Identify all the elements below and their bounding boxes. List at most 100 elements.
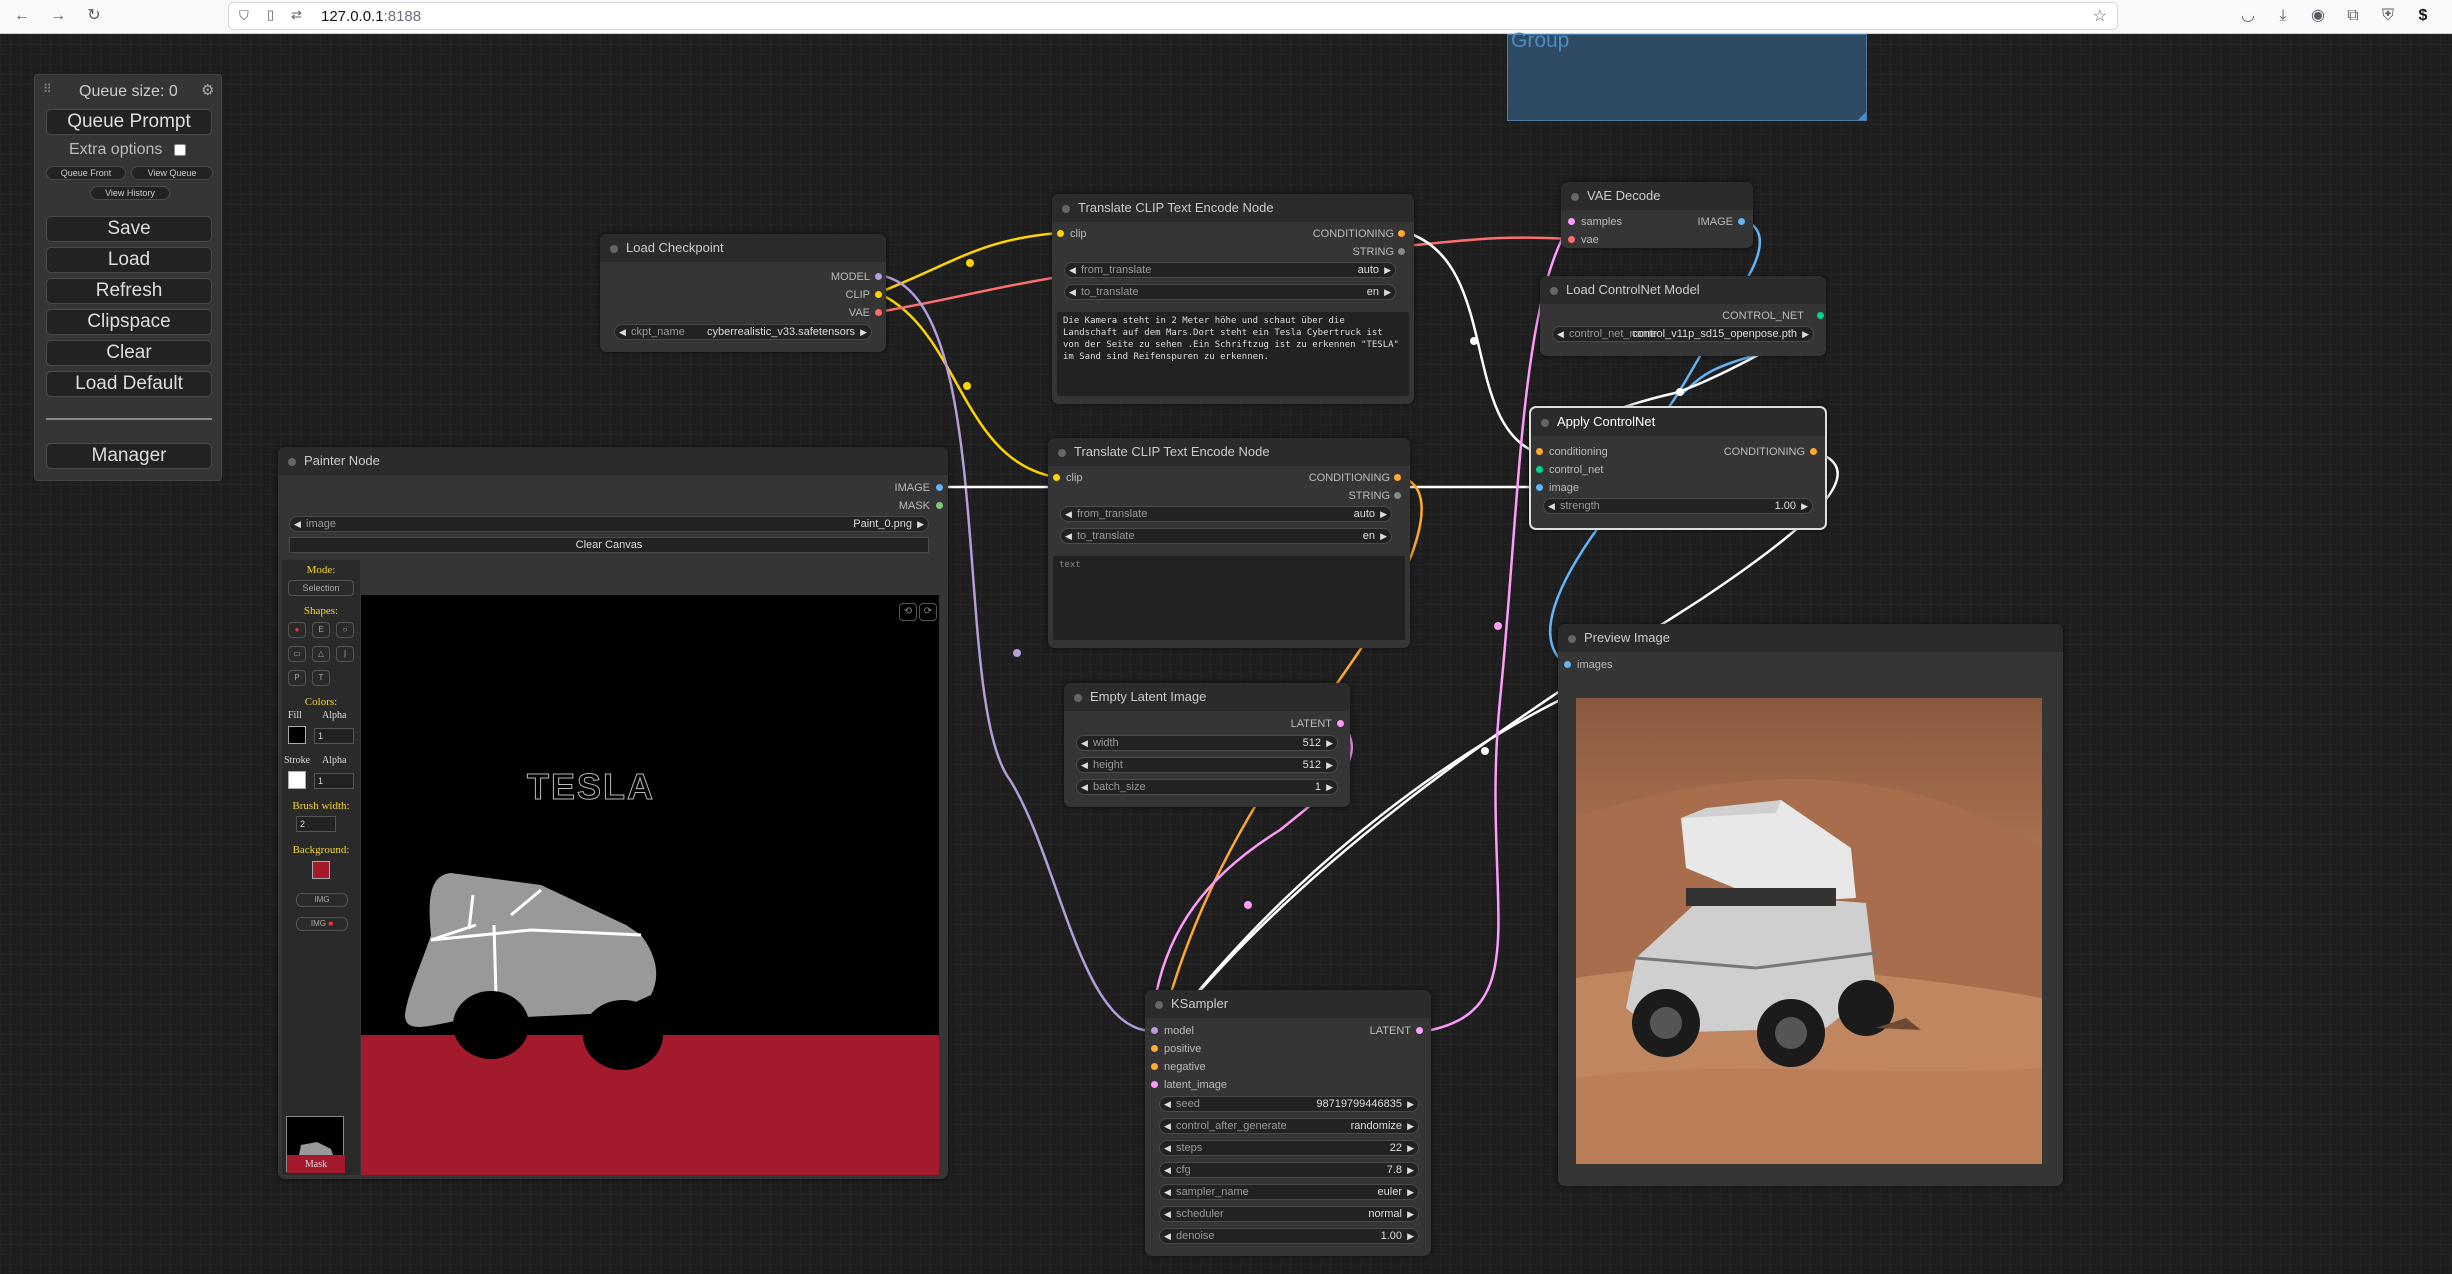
brush-width-input[interactable]: 2: [296, 816, 336, 832]
output-latent-dot[interactable]: [1337, 720, 1344, 727]
bookmark-star-icon[interactable]: ☆: [2093, 6, 2107, 26]
image-select-widget[interactable]: image Paint_0.png: [289, 516, 929, 532]
brush-tool-icon[interactable]: ●: [288, 622, 306, 638]
arrow-right-icon[interactable]: →: [48, 6, 68, 26]
extension-shield-icon[interactable]: ⛨: [2378, 6, 2398, 26]
background-color-swatch[interactable]: [312, 861, 330, 879]
node-translate-clip-1[interactable]: Translate CLIP Text Encode Node clip CON…: [1052, 194, 1414, 404]
output-conditioning-dot[interactable]: [1394, 474, 1401, 481]
input-positive-dot[interactable]: [1151, 1045, 1158, 1052]
sampler-name-widget[interactable]: sampler_name euler: [1159, 1184, 1419, 1200]
download-icon[interactable]: ⤓: [2273, 6, 2293, 26]
output-controlnet-dot[interactable]: [1817, 312, 1824, 319]
input-samples-dot[interactable]: [1568, 218, 1575, 225]
node-title[interactable]: Empty Latent Image: [1064, 683, 1350, 711]
input-clip-dot[interactable]: [1057, 230, 1064, 237]
line-tool-icon[interactable]: |: [336, 646, 354, 662]
load-button[interactable]: Load: [46, 247, 212, 273]
node-title[interactable]: Load ControlNet Model: [1540, 276, 1826, 304]
node-ksampler[interactable]: KSampler model positive negative latent_…: [1145, 990, 1431, 1256]
extra-options-checkbox[interactable]: [174, 144, 186, 156]
output-string-dot[interactable]: [1398, 248, 1405, 255]
load-default-button[interactable]: Load Default: [46, 371, 212, 397]
reload-icon[interactable]: ↻: [84, 6, 104, 26]
preview-image[interactable]: [1576, 698, 2042, 1164]
from-translate-widget[interactable]: from_translate auto: [1060, 506, 1392, 522]
scheduler-widget[interactable]: scheduler normal: [1159, 1206, 1419, 1222]
arrow-left-icon[interactable]: ←: [12, 6, 32, 26]
node-load-controlnet[interactable]: Load ControlNet Model CONTROL_NET contro…: [1540, 276, 1826, 356]
from-translate-widget[interactable]: from_translate auto: [1064, 262, 1396, 278]
url-text[interactable]: 127.0.0.1:8188: [321, 8, 421, 25]
stroke-alpha-input[interactable]: 1: [314, 773, 354, 789]
img-bg-button[interactable]: IMG ■: [296, 917, 348, 931]
output-conditioning-dot[interactable]: [1398, 230, 1405, 237]
node-preview-image[interactable]: Preview Image images: [1558, 624, 2063, 1186]
undo-icon[interactable]: ⟲: [899, 603, 917, 621]
node-title[interactable]: Painter Node: [278, 447, 948, 475]
output-conditioning-dot[interactable]: [1810, 448, 1817, 455]
seed-widget[interactable]: seed 987197994468​35: [1159, 1096, 1419, 1112]
output-image-dot[interactable]: [1738, 218, 1745, 225]
mask-thumbnail[interactable]: Mask: [286, 1116, 345, 1173]
group-box[interactable]: Group: [1507, 29, 1867, 121]
denoise-widget[interactable]: denoise 1.00: [1159, 1228, 1419, 1244]
text-tool-icon[interactable]: T: [312, 670, 330, 686]
node-title[interactable]: Load Checkpoint: [600, 234, 886, 262]
output-mask-dot[interactable]: [936, 502, 943, 509]
url-bar[interactable]: ⛉ ▯ ⇄ 127.0.0.1:8188 ☆: [228, 2, 2118, 30]
circle-tool-icon[interactable]: ○: [336, 622, 354, 638]
redo-icon[interactable]: ⟳: [919, 603, 937, 621]
node-empty-latent[interactable]: Empty Latent Image LATENT width 512 heigh…: [1064, 683, 1350, 807]
output-vae-dot[interactable]: [875, 309, 882, 316]
queue-prompt-button[interactable]: Queue Prompt: [46, 109, 212, 135]
clear-canvas-button[interactable]: Clear Canvas: [289, 537, 929, 553]
node-title[interactable]: Preview Image: [1558, 624, 2063, 652]
group-title[interactable]: Group: [1511, 29, 1569, 53]
controlnet-name-widget[interactable]: control_net_namecontrol_v11p_sd15_openpo…: [1552, 326, 1814, 342]
input-model-dot[interactable]: [1151, 1027, 1158, 1034]
view-history-button[interactable]: View History: [90, 186, 170, 200]
node-title[interactable]: Translate CLIP Text Encode Node: [1048, 438, 1410, 466]
extension-s-icon[interactable]: $: [2413, 6, 2433, 26]
ckpt-name-widget[interactable]: ckpt_name cyberrealistic_v33.safetensors: [614, 324, 872, 340]
node-load-checkpoint[interactable]: Load Checkpoint MODEL CLIP VAE ckpt_name…: [600, 234, 886, 352]
view-queue-button[interactable]: View Queue: [131, 166, 213, 180]
painter-canvas[interactable]: TESLA ⟲ ⟳: [361, 595, 939, 1175]
output-image-dot[interactable]: [936, 484, 943, 491]
cfg-widget[interactable]: cfg 7.8: [1159, 1162, 1419, 1178]
output-latent-dot[interactable]: [1416, 1027, 1423, 1034]
input-image-dot[interactable]: [1536, 484, 1543, 491]
path-tool-icon[interactable]: P: [288, 670, 306, 686]
clear-button[interactable]: Clear: [46, 340, 212, 366]
input-negative-dot[interactable]: [1151, 1063, 1158, 1070]
input-latent-dot[interactable]: [1151, 1081, 1158, 1088]
output-string-dot[interactable]: [1394, 492, 1401, 499]
mode-selection-button[interactable]: Selection: [288, 580, 354, 596]
node-title[interactable]: VAE Decode: [1561, 182, 1753, 210]
prompt-textarea[interactable]: Die Kamera steht in 2 Meter höhe und sch…: [1057, 312, 1409, 396]
output-model-dot[interactable]: [875, 273, 882, 280]
manager-button[interactable]: Manager: [46, 443, 212, 469]
fill-alpha-input[interactable]: 1: [314, 728, 354, 744]
to-translate-widget[interactable]: to_translate en: [1064, 284, 1396, 300]
input-clip-dot[interactable]: [1053, 474, 1060, 481]
strength-widget[interactable]: strength 1.00: [1543, 498, 1813, 514]
eraser-tool-icon[interactable]: E: [312, 622, 330, 638]
img-button[interactable]: IMG: [296, 893, 348, 907]
input-images-dot[interactable]: [1564, 661, 1571, 668]
prompt-textarea[interactable]: text: [1053, 556, 1405, 640]
node-vae-decode[interactable]: VAE Decode samples vae IMAGE: [1561, 182, 1753, 248]
permissions-icon[interactable]: ⇄: [291, 7, 302, 23]
rect-tool-icon[interactable]: ▭: [288, 646, 306, 662]
width-widget[interactable]: width 512: [1076, 735, 1338, 751]
output-clip-dot[interactable]: [875, 291, 882, 298]
pocket-icon[interactable]: ◡: [2238, 6, 2258, 26]
height-widget[interactable]: height 512: [1076, 757, 1338, 773]
control-after-generate-widget[interactable]: control_after_generate randomize: [1159, 1118, 1419, 1134]
node-apply-controlnet[interactable]: Apply ControlNet conditioning control_ne…: [1529, 406, 1827, 530]
clipspace-button[interactable]: Clipspace: [46, 309, 212, 335]
extensions-icon[interactable]: ⧉: [2343, 6, 2363, 26]
to-translate-widget[interactable]: to_translate en: [1060, 528, 1392, 544]
input-controlnet-dot[interactable]: [1536, 466, 1543, 473]
